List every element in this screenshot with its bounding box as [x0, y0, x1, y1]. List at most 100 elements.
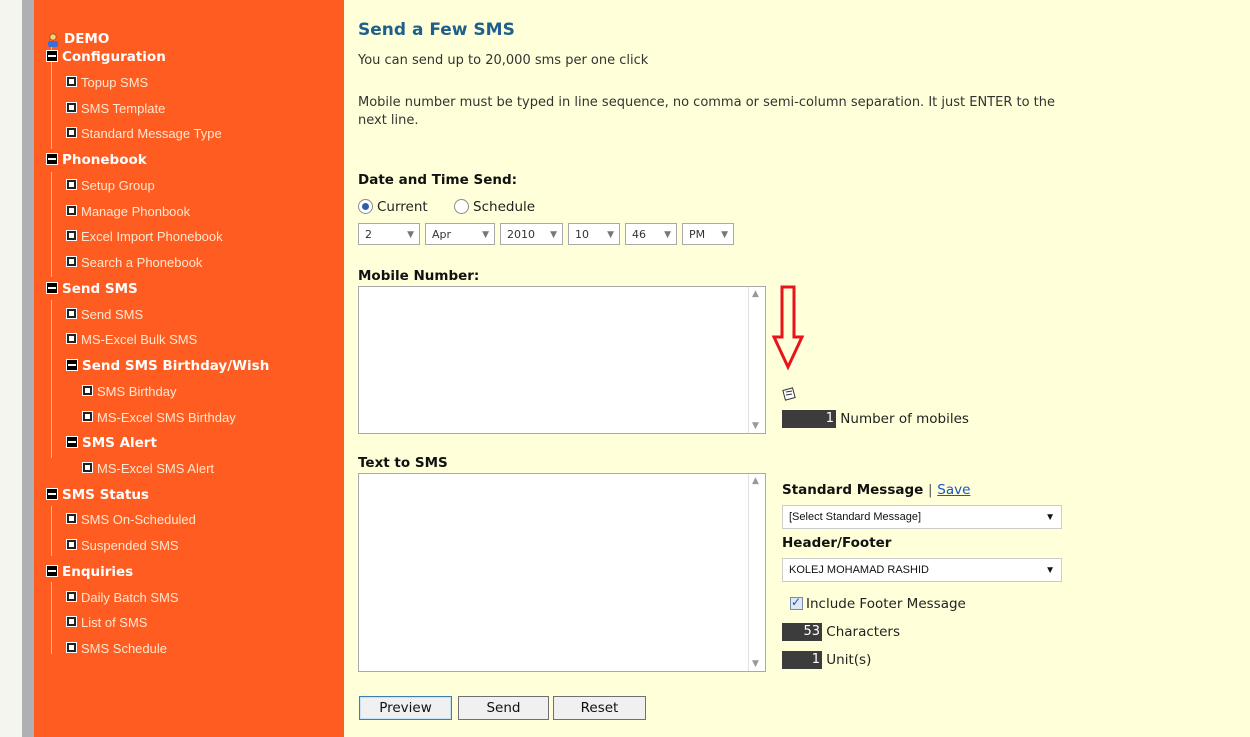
page-icon: [82, 385, 93, 396]
mobile-number-input[interactable]: ▲ ▼: [358, 286, 766, 434]
instruction-line-2: next line.: [358, 113, 419, 128]
user-icon: [46, 31, 60, 47]
preview-button[interactable]: Preview: [359, 696, 452, 720]
separator: |: [928, 482, 933, 498]
main-content: Send a Few SMS You can send up to 20,000…: [358, 0, 1250, 737]
tree-line: [51, 582, 52, 654]
radio-label: Schedule: [473, 199, 536, 215]
sidebar-item-label: Enquiries: [62, 564, 134, 580]
day-select[interactable]: 2 ▼: [358, 223, 420, 245]
scroll-down-icon[interactable]: ▼: [752, 421, 759, 431]
collapse-icon[interactable]: [66, 358, 78, 371]
ampm-value: PM: [689, 228, 706, 241]
chevron-down-icon: ▼: [1045, 512, 1055, 523]
sidebar-item-label: SMS On-Scheduled: [81, 512, 196, 527]
sidebar-item-ms-excel-alert[interactable]: MS-Excel SMS Alert: [82, 457, 214, 479]
radio-current[interactable]: Current: [358, 198, 428, 215]
scrollbar[interactable]: ▲ ▼: [748, 474, 765, 671]
sidebar-item-label: Topup SMS: [81, 75, 149, 90]
collapse-icon[interactable]: [46, 487, 58, 500]
scroll-up-icon[interactable]: ▲: [752, 289, 759, 299]
page-icon: [66, 513, 77, 524]
collapse-icon[interactable]: [46, 281, 58, 294]
sidebar-item-sms-template[interactable]: SMS Template: [66, 97, 165, 119]
sidebar-item-sms-status[interactable]: SMS Status: [46, 483, 149, 505]
sidebar-item-label: Setup Group: [81, 178, 155, 193]
sidebar-item-suspended-sms[interactable]: Suspended SMS: [66, 534, 179, 556]
include-footer-label: Include Footer Message: [806, 596, 966, 612]
sidebar-item-sms-alert[interactable]: SMS Alert: [66, 431, 157, 453]
sidebar-item-label: MS-Excel SMS Alert: [97, 461, 215, 476]
collapse-icon[interactable]: [46, 564, 58, 577]
sms-text-input[interactable]: ▲ ▼: [358, 473, 766, 672]
sidebar-item-label: SMS Birthday: [97, 384, 177, 399]
sidebar-item-excel-import-phonebook[interactable]: Excel Import Phonebook: [66, 225, 223, 247]
include-footer-checkbox[interactable]: [790, 595, 803, 610]
sidebar-item-label: MS-Excel Bulk SMS: [81, 332, 198, 347]
radio-unchecked-icon[interactable]: [454, 198, 470, 214]
minute-select[interactable]: 46 ▼: [625, 223, 677, 245]
standard-message-select[interactable]: [Select Standard Message] ▼: [782, 505, 1062, 529]
sidebar-item-phonebook[interactable]: Phonebook: [46, 148, 147, 170]
sidebar: DEMO Configuration Topup SMS SMS Templat…: [34, 0, 344, 737]
page-subtitle: You can send up to 20,000 sms per one cl…: [358, 53, 649, 68]
arrow-down-icon: [771, 285, 805, 375]
sidebar-item-sms-birthday[interactable]: SMS Birthday: [82, 380, 176, 402]
sidebar-item-send-sms-group[interactable]: Send SMS: [46, 277, 138, 299]
text-to-sms-label: Text to SMS: [358, 455, 448, 471]
sidebar-item-search-phonebook[interactable]: Search a Phonebook: [66, 251, 202, 273]
sidebar-item-ms-excel-bulk[interactable]: MS-Excel Bulk SMS: [66, 328, 197, 350]
standard-message-value: [Select Standard Message]: [789, 511, 922, 523]
sidebar-item-topup-sms[interactable]: Topup SMS: [66, 71, 148, 93]
sidebar-item-standard-message-type[interactable]: Standard Message Type: [66, 122, 222, 144]
page-icon: [82, 462, 93, 473]
sidebar-item-configuration[interactable]: Configuration: [46, 45, 166, 67]
radio-checked-icon[interactable]: [358, 198, 373, 214]
sidebar-item-setup-group[interactable]: Setup Group: [66, 174, 155, 196]
radio-schedule[interactable]: Schedule: [454, 198, 536, 215]
sidebar-item-enquiries[interactable]: Enquiries: [46, 560, 133, 582]
address-book-icon[interactable]: [782, 386, 796, 405]
save-link[interactable]: Save: [937, 482, 970, 498]
collapse-icon[interactable]: [66, 435, 78, 448]
sidebar-item-send-birthday[interactable]: Send SMS Birthday/Wish: [66, 354, 269, 376]
sidebar-item-label: SMS Schedule: [81, 641, 167, 656]
mobile-count-row: 1 Number of mobiles: [782, 410, 969, 428]
page-icon: [66, 591, 77, 602]
sidebar-item-label: Send SMS Birthday/Wish: [82, 358, 270, 374]
sidebar-item-sms-schedule[interactable]: SMS Schedule: [66, 637, 167, 659]
sidebar-item-ms-excel-birthday[interactable]: MS-Excel SMS Birthday: [82, 406, 236, 428]
sidebar-item-list-of-sms[interactable]: List of SMS: [66, 611, 147, 633]
header-footer-select[interactable]: KOLEJ MOHAMAD RASHID ▼: [782, 558, 1062, 582]
collapse-icon[interactable]: [46, 49, 58, 62]
year-select[interactable]: 2010 ▼: [500, 223, 563, 245]
month-select[interactable]: Apr ▼: [425, 223, 495, 245]
send-button[interactable]: Send: [458, 696, 549, 720]
minute-value: 46: [632, 228, 646, 241]
sidebar-item-daily-batch[interactable]: Daily Batch SMS: [66, 586, 179, 608]
sidebar-item-label: Suspended SMS: [81, 538, 179, 553]
page-icon: [66, 308, 77, 319]
header-footer-value: KOLEJ MOHAMAD RASHID: [789, 564, 929, 576]
sidebar-item-send-sms[interactable]: Send SMS: [66, 303, 143, 325]
sidebar-item-label: MS-Excel SMS Birthday: [97, 410, 236, 425]
sidebar-item-manage-phonebook[interactable]: Manage Phonbook: [66, 200, 190, 222]
page-icon: [66, 179, 77, 190]
page-icon: [66, 333, 77, 344]
scrollbar[interactable]: ▲ ▼: [748, 287, 765, 433]
sidebar-item-label: Search a Phonebook: [81, 255, 203, 270]
hour-select[interactable]: 10 ▼: [568, 223, 620, 245]
collapse-icon[interactable]: [46, 152, 58, 165]
window-frame: [0, 0, 22, 737]
sidebar-item-sms-on-scheduled[interactable]: SMS On-Scheduled: [66, 508, 196, 530]
page-icon: [82, 411, 93, 422]
hour-value: 10: [575, 228, 589, 241]
month-value: Apr: [432, 228, 452, 241]
scroll-down-icon[interactable]: ▼: [752, 659, 759, 669]
sidebar-item-label: Standard Message Type: [81, 126, 222, 141]
reset-button[interactable]: Reset: [553, 696, 646, 720]
mobile-number-label: Mobile Number:: [358, 268, 480, 284]
include-footer-row[interactable]: Include Footer Message: [790, 595, 966, 612]
ampm-select[interactable]: PM ▼: [682, 223, 734, 245]
scroll-up-icon[interactable]: ▲: [752, 476, 759, 486]
